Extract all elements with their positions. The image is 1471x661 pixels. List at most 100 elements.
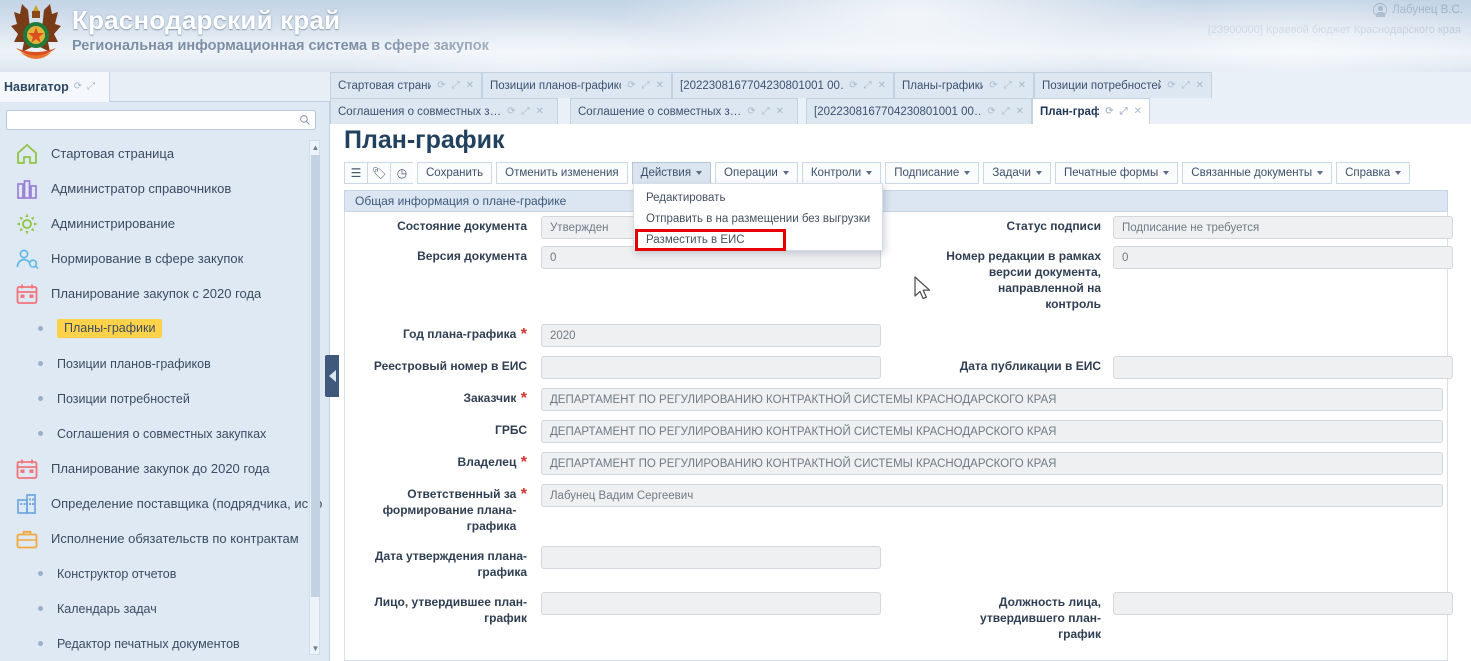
toolbar-button[interactable]: Печатные формы: [1054, 162, 1179, 184]
actions-menu-item[interactable]: Редактировать: [634, 187, 882, 208]
document-tabs-row-1: Стартовая страница⟳⤢✕Позиции планов-граф…: [330, 72, 1471, 98]
close-icon[interactable]: ✕: [878, 80, 886, 91]
field-value: 0: [1122, 251, 1129, 264]
sidebar-item-12[interactable]: Исполнение обязательств по контрактам: [0, 521, 322, 556]
expand-icon[interactable]: ⤢: [1004, 80, 1012, 91]
close-icon[interactable]: ✕: [1196, 80, 1204, 91]
expand-icon[interactable]: ⤢: [521, 106, 529, 117]
sidebar-item-2[interactable]: Администратор справочников: [0, 171, 322, 206]
document-tab[interactable]: Планы-графики ⟳ ⤢ ✕: [894, 72, 1034, 98]
close-icon[interactable]: ✕: [1016, 106, 1024, 117]
sidebar-item-14[interactable]: Календарь задач: [0, 591, 322, 626]
field-input[interactable]: ДЕПАРТАМЕНТ ПО РЕГУЛИРОВАНИЮ КОНТРАКТНОЙ…: [541, 452, 1443, 475]
field-input[interactable]: ДЕПАРТАМЕНТ ПО РЕГУЛИРОВАНИЮ КОНТРАКТНОЙ…: [541, 420, 1443, 443]
sidebar-item-9[interactable]: Соглашения о совместных закупках: [0, 416, 322, 451]
sidebar-item-6[interactable]: Планы-графики: [0, 311, 322, 346]
navigator-sidebar: Стартовая страница Администратор справочн…: [0, 102, 330, 661]
sidebar-item-11[interactable]: Определение поставщика (подрядчика, испо…: [0, 486, 322, 521]
field-input[interactable]: [541, 356, 881, 379]
refresh-icon[interactable]: ⟳: [437, 80, 445, 91]
expand-icon[interactable]: ⤢: [762, 106, 770, 117]
sidebar-item-8[interactable]: Позиции потребностей: [0, 381, 322, 416]
document-tab[interactable]: Соглашение о совместных з… ⟳ ⤢ ✕: [570, 98, 798, 124]
field-input[interactable]: 2020: [541, 324, 881, 347]
toolbar-button[interactable]: Подписание: [885, 162, 980, 184]
toolbar-button[interactable]: Операции: [715, 162, 798, 184]
refresh-icon[interactable]: ⟳: [627, 80, 635, 91]
sidebar-item-15[interactable]: Редактор печатных документов: [0, 626, 322, 661]
sidebar-item-5[interactable]: Планирование закупок с 2020 года: [0, 276, 322, 311]
user-menu[interactable]: Лабунец В.С.: [1373, 3, 1463, 17]
toolbar-button[interactable]: Контроли: [801, 162, 882, 184]
sidebar-item-label: Календарь задач: [57, 601, 157, 616]
navigator-tabstrip: Навигатор ⟳ ⤢: [0, 72, 330, 102]
navigator-tab[interactable]: Навигатор ⟳ ⤢: [0, 72, 110, 102]
close-icon[interactable]: ✕: [1134, 106, 1142, 117]
field-input[interactable]: ДЕПАРТАМЕНТ ПО РЕГУЛИРОВАНИЮ КОНТРАКТНОЙ…: [541, 388, 1443, 411]
sidebar-item-4[interactable]: Нормирование в сфере закупок: [0, 241, 322, 276]
refresh-icon[interactable]: ⟳: [1167, 80, 1175, 91]
sidebar-item-3[interactable]: Администрирование: [0, 206, 322, 241]
tag-icon[interactable]: 🏷: [367, 162, 390, 184]
document-tab[interactable]: Позиции планов-графиков ⟳ ⤢ ✕: [482, 72, 672, 98]
field-input[interactable]: [1113, 592, 1453, 615]
expand-icon[interactable]: ⤢: [864, 80, 872, 91]
expand-icon[interactable]: ⤢: [642, 80, 650, 91]
sidebar-item-13[interactable]: Конструктор отчетов: [0, 556, 322, 591]
toolbar-button[interactable]: Отменить изменения: [496, 162, 628, 184]
scroll-thumb[interactable]: [311, 155, 320, 597]
field-input[interactable]: 0: [1113, 246, 1453, 269]
document-tab[interactable]: Соглашения о совместных з… ⟳ ⤢ ✕: [330, 98, 558, 124]
refresh-icon[interactable]: ⟳: [74, 82, 82, 92]
refresh-icon[interactable]: ⟳: [989, 80, 997, 91]
sidebar-item-label: Планирование закупок с 2020 года: [51, 286, 262, 301]
close-icon[interactable]: ✕: [535, 106, 543, 117]
close-icon[interactable]: ✕: [776, 106, 784, 117]
document-tab[interactable]: [2022308167704230801001 00… ⟳ ⤢ ✕: [806, 98, 1032, 124]
toolbar-button[interactable]: Справка: [1336, 162, 1411, 184]
field-input[interactable]: [541, 592, 881, 615]
scroll-up-icon[interactable]: ▲: [310, 141, 321, 153]
expand-icon[interactable]: ⤢: [87, 82, 95, 92]
sidebar-collapse-handle[interactable]: [325, 355, 339, 397]
document-tab[interactable]: [2022308167704230801001 00… ⟳ ⤢ ✕: [672, 72, 894, 98]
expand-icon[interactable]: ⤢: [1182, 80, 1190, 91]
toolbar-button[interactable]: Задачи: [983, 162, 1051, 184]
document-tab[interactable]: Стартовая страница ⟳ ⤢ ✕: [330, 72, 482, 98]
toolbar-button[interactable]: Сохранить: [417, 162, 493, 184]
scroll-down-icon[interactable]: ▼: [310, 642, 321, 654]
expand-icon[interactable]: ⤢: [1002, 106, 1010, 117]
sidebar-item-7[interactable]: Позиции планов-графиков: [0, 346, 322, 381]
document-tab[interactable]: Позиции потребностей ⟳ ⤢ ✕: [1034, 72, 1212, 98]
close-icon[interactable]: ✕: [466, 80, 474, 91]
toolbar-button[interactable]: Действия: [631, 162, 712, 184]
refresh-icon[interactable]: ⟳: [849, 80, 857, 91]
document-tab[interactable]: План-график ⟳ ⤢ ✕: [1032, 98, 1150, 124]
navigator-search[interactable]: [6, 110, 316, 130]
close-icon[interactable]: ✕: [1018, 80, 1026, 91]
expand-icon[interactable]: ⤢: [452, 80, 460, 91]
refresh-icon[interactable]: ⟳: [747, 106, 755, 117]
history-icon[interactable]: ◷: [390, 162, 413, 184]
refresh-icon[interactable]: ⟳: [507, 106, 515, 117]
actions-menu-item[interactable]: Разместить в ЕИС: [634, 229, 882, 250]
field-input[interactable]: Лабунец Вадим Сергеевич: [541, 484, 1443, 507]
sidebar-item-10[interactable]: Планирование закупок до 2020 года: [0, 451, 322, 486]
search-icon[interactable]: [299, 114, 311, 126]
actions-menu-item[interactable]: Отправить в на размещении без выгрузки: [634, 208, 882, 229]
refresh-icon[interactable]: ⟳: [1105, 106, 1113, 117]
refresh-icon[interactable]: ⟳: [987, 106, 995, 117]
sidebar-item-label: Конструктор отчетов: [57, 566, 177, 581]
navigator-scrollbar[interactable]: ▲ ▼: [309, 140, 320, 655]
toolbar-button[interactable]: Связанные документы: [1182, 162, 1333, 184]
bullet-icon: [38, 396, 43, 401]
sidebar-item-1[interactable]: Стартовая страница: [0, 136, 322, 171]
close-icon[interactable]: ✕: [656, 80, 664, 91]
budget-line: [23900000] Краевой бюджет Краснодарского…: [1207, 24, 1461, 36]
expand-icon[interactable]: ⤢: [1120, 106, 1128, 117]
field-input[interactable]: [541, 546, 881, 569]
menu-icon[interactable]: ☰: [344, 162, 367, 184]
search-input[interactable]: [11, 111, 296, 129]
field-input[interactable]: Подписание не требуется: [1113, 216, 1453, 239]
field-input[interactable]: [1113, 356, 1453, 379]
